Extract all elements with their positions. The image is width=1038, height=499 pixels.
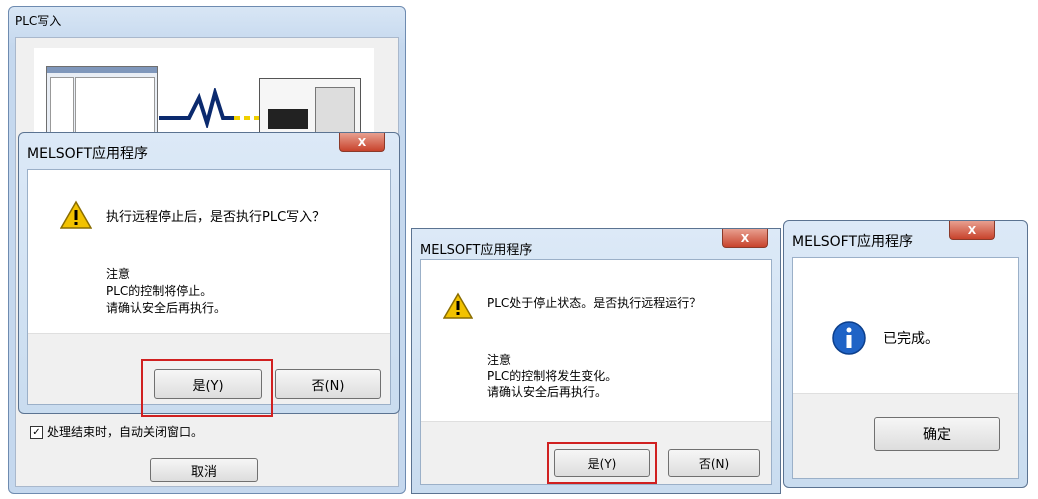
note-line-1: PLC的控制将发生变化。 bbox=[487, 369, 618, 383]
plc-device-illustration bbox=[259, 78, 361, 140]
warning-icon bbox=[60, 200, 92, 229]
note-line-1: PLC的控制将停止。 bbox=[106, 284, 213, 298]
dialog-question: PLC处于停止状态。是否执行远程运行？ bbox=[487, 296, 702, 310]
no-button[interactable]: 否(N) bbox=[668, 449, 760, 477]
dialog-title: MELSOFT应用程序 bbox=[792, 234, 913, 250]
ok-button[interactable]: 确定 bbox=[874, 417, 1000, 451]
confirm-remote-run-dialog: MELSOFT应用程序 X PLC处于停止状态。是否执行远程运行？ 注意 PLC… bbox=[411, 228, 781, 494]
auto-close-checkbox[interactable]: ✓ bbox=[30, 426, 43, 439]
no-button[interactable]: 否(N) bbox=[275, 369, 381, 399]
note-title: 注意 bbox=[487, 353, 512, 367]
cancel-button[interactable]: 取消 bbox=[150, 458, 258, 482]
completed-message: 已完成。 bbox=[883, 331, 939, 347]
warning-icon bbox=[443, 292, 473, 319]
highlight-box bbox=[547, 442, 657, 484]
info-icon bbox=[832, 321, 866, 355]
confirm-remote-stop-dialog: MELSOFT应用程序 X 执行远程停止后，是否执行PLC写入？ 注意 PLC的… bbox=[18, 132, 400, 417]
signal-wave-illustration bbox=[159, 88, 259, 128]
auto-close-option[interactable]: ✓ 处理结束时，自动关闭窗口。 bbox=[30, 423, 203, 440]
dialog-question: 执行远程停止后，是否执行PLC写入？ bbox=[106, 210, 326, 225]
note-line-2: 请确认安全后再执行。 bbox=[106, 301, 227, 315]
close-button[interactable]: X bbox=[339, 133, 385, 152]
dialog-title: MELSOFT应用程序 bbox=[27, 146, 148, 162]
plc-write-window-title: PLC写入 bbox=[15, 14, 62, 28]
note-line-2: 请确认安全后再执行。 bbox=[487, 385, 608, 399]
dialog-title: MELSOFT应用程序 bbox=[420, 243, 533, 258]
completed-dialog: MELSOFT应用程序 X 已完成。 确定 bbox=[783, 220, 1028, 488]
close-button[interactable]: X bbox=[949, 221, 995, 240]
close-button[interactable]: X bbox=[722, 229, 768, 248]
highlight-box bbox=[141, 359, 273, 417]
auto-close-label: 处理结束时，自动关闭窗口。 bbox=[47, 425, 204, 439]
note-title: 注意 bbox=[106, 267, 131, 281]
